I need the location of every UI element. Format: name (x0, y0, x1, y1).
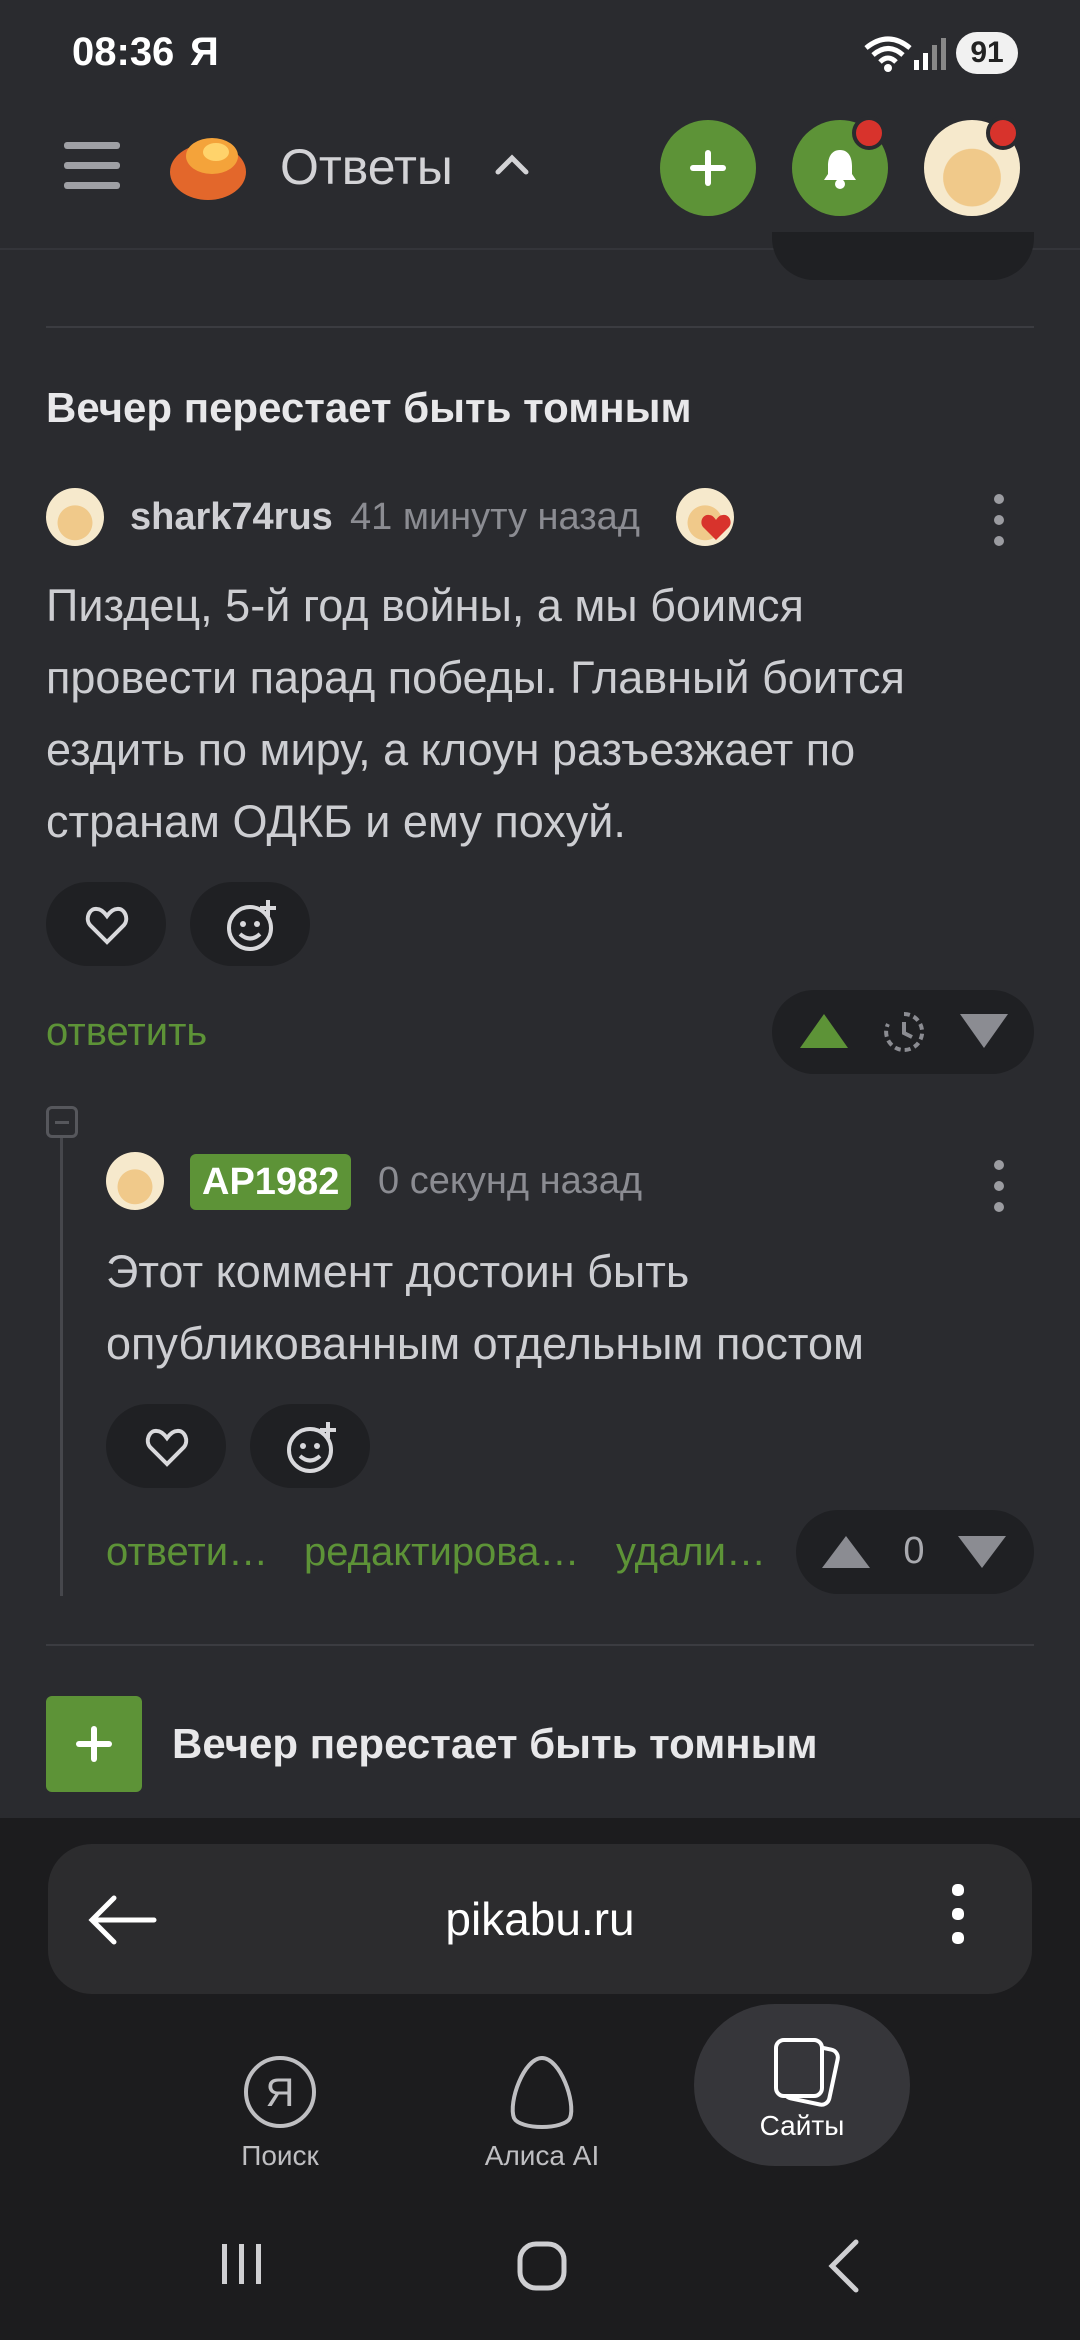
yandex-search-icon: Я (244, 2056, 316, 2128)
plus-icon (76, 1726, 112, 1762)
nav-alice-label: Алиса AI (484, 2140, 600, 2171)
previous-vote-box (772, 232, 1034, 280)
alice-icon (510, 2055, 574, 2129)
downvote-icon[interactable] (958, 1010, 1010, 1052)
chevron-up-icon[interactable] (494, 150, 530, 176)
nav-sites[interactable]: Сайты (694, 2004, 910, 2166)
bell-icon (824, 150, 856, 189)
collapse-thread-button[interactable] (46, 1106, 78, 1138)
status-bar: 08:36 Я 91 (0, 0, 1080, 100)
divider (46, 326, 1034, 328)
reply-timestamp: 0 секунд назад (378, 1160, 643, 1202)
reply-menu-icon[interactable] (994, 1160, 1006, 1223)
award-avatar[interactable] (676, 488, 734, 546)
status-time: 08:36 (72, 30, 175, 74)
reply-link[interactable]: ответить (46, 1010, 207, 1055)
reply-avatar[interactable] (106, 1152, 164, 1210)
reply-line: Этот коммент достоин быть (106, 1246, 690, 1297)
nav-search-label: Поиск (241, 2140, 319, 2171)
add-post-button[interactable] (660, 120, 756, 216)
add-reaction-icon (287, 1422, 336, 1473)
comment-menu-icon[interactable] (994, 494, 1006, 557)
comment-timestamp: 41 минуту назад (350, 496, 640, 538)
signal-icon (914, 38, 946, 70)
nav-sites-label: Сайты (759, 2110, 845, 2141)
tabs-icon (774, 2038, 840, 2107)
url-text[interactable]: pikabu.ru (48, 1892, 1032, 1946)
profile-notification-dot (986, 116, 1020, 150)
hamburger-menu-icon[interactable] (62, 138, 122, 194)
wifi-icon (864, 36, 912, 72)
upvote-icon[interactable] (820, 1532, 872, 1572)
battery-indicator: 91 (956, 32, 1018, 74)
url-bar[interactable]: pikabu.ru (48, 1844, 1032, 1994)
heart-outline-icon (85, 907, 129, 945)
plus-icon (690, 150, 726, 186)
add-comment-button[interactable] (46, 1696, 142, 1792)
comment-line: странам ОДКБ и ему похуй. (46, 796, 626, 847)
browser-bottom-bar: pikabu.ru Я Поиск Алиса AI Сайты (0, 1818, 1080, 2340)
reply-line: опубликованным отдельным постом (106, 1318, 864, 1369)
comment-avatar[interactable] (46, 488, 104, 546)
recent-apps-icon[interactable] (216, 2238, 268, 2290)
browser-nav: Я Поиск Алиса AI Сайты (0, 2004, 1080, 2218)
heart-icon (701, 514, 731, 540)
reply-body: Этот коммент достоин быть опубликованным… (106, 1236, 1036, 1380)
vote-box (772, 990, 1034, 1074)
delete-link[interactable]: удали… (616, 1530, 766, 1575)
nav-search[interactable]: Я Поиск (180, 2018, 380, 2218)
comment-username[interactable]: shark74rus (130, 496, 333, 539)
upvote-icon[interactable] (798, 1010, 850, 1052)
notification-dot (852, 116, 886, 150)
heart-outline-icon (145, 1429, 189, 1467)
carrier-label: Я (190, 30, 219, 74)
app-header: Ответы (0, 100, 1080, 250)
reaction-button[interactable] (190, 882, 310, 966)
post-heading[interactable]: Вечер перестает быть томным (46, 384, 692, 432)
pikabu-logo-icon[interactable] (166, 126, 250, 206)
reply-reaction-button[interactable] (250, 1404, 370, 1488)
comment-body: Пиздец, 5-й год войны, а мы боимся прове… (46, 570, 1046, 858)
home-icon[interactable] (514, 2238, 570, 2294)
reply-reply-link[interactable]: ответи… (106, 1530, 276, 1575)
reply-username-badge[interactable]: AP1982 (190, 1154, 352, 1210)
thread-line (60, 1138, 63, 1596)
page-title[interactable]: Ответы (280, 138, 453, 196)
comment-line: Пиздец, 5-й год войны, а мы боимся (46, 580, 804, 631)
pending-clock-icon (884, 1011, 925, 1052)
back-nav-icon[interactable] (822, 2236, 866, 2296)
divider (46, 1644, 1034, 1646)
comment-line: провести парад победы. Главный боится (46, 652, 905, 703)
comment-line: ездить по миру, а клоун разъезжает по (46, 724, 856, 775)
browser-menu-icon[interactable] (952, 1884, 964, 1955)
rating-value: 0 (903, 1530, 925, 1572)
nav-alice[interactable]: Алиса AI (442, 2018, 642, 2218)
reply-like-button[interactable] (106, 1404, 226, 1488)
add-heading-title[interactable]: Вечер перестает быть томным (172, 1720, 818, 1768)
add-reaction-icon (227, 900, 276, 951)
svg-text:Я: Я (266, 2071, 295, 2115)
edit-link[interactable]: редактирова… (304, 1530, 594, 1575)
reply-vote-box: 0 (796, 1510, 1034, 1594)
downvote-icon[interactable] (956, 1532, 1008, 1572)
like-button[interactable] (46, 882, 166, 966)
